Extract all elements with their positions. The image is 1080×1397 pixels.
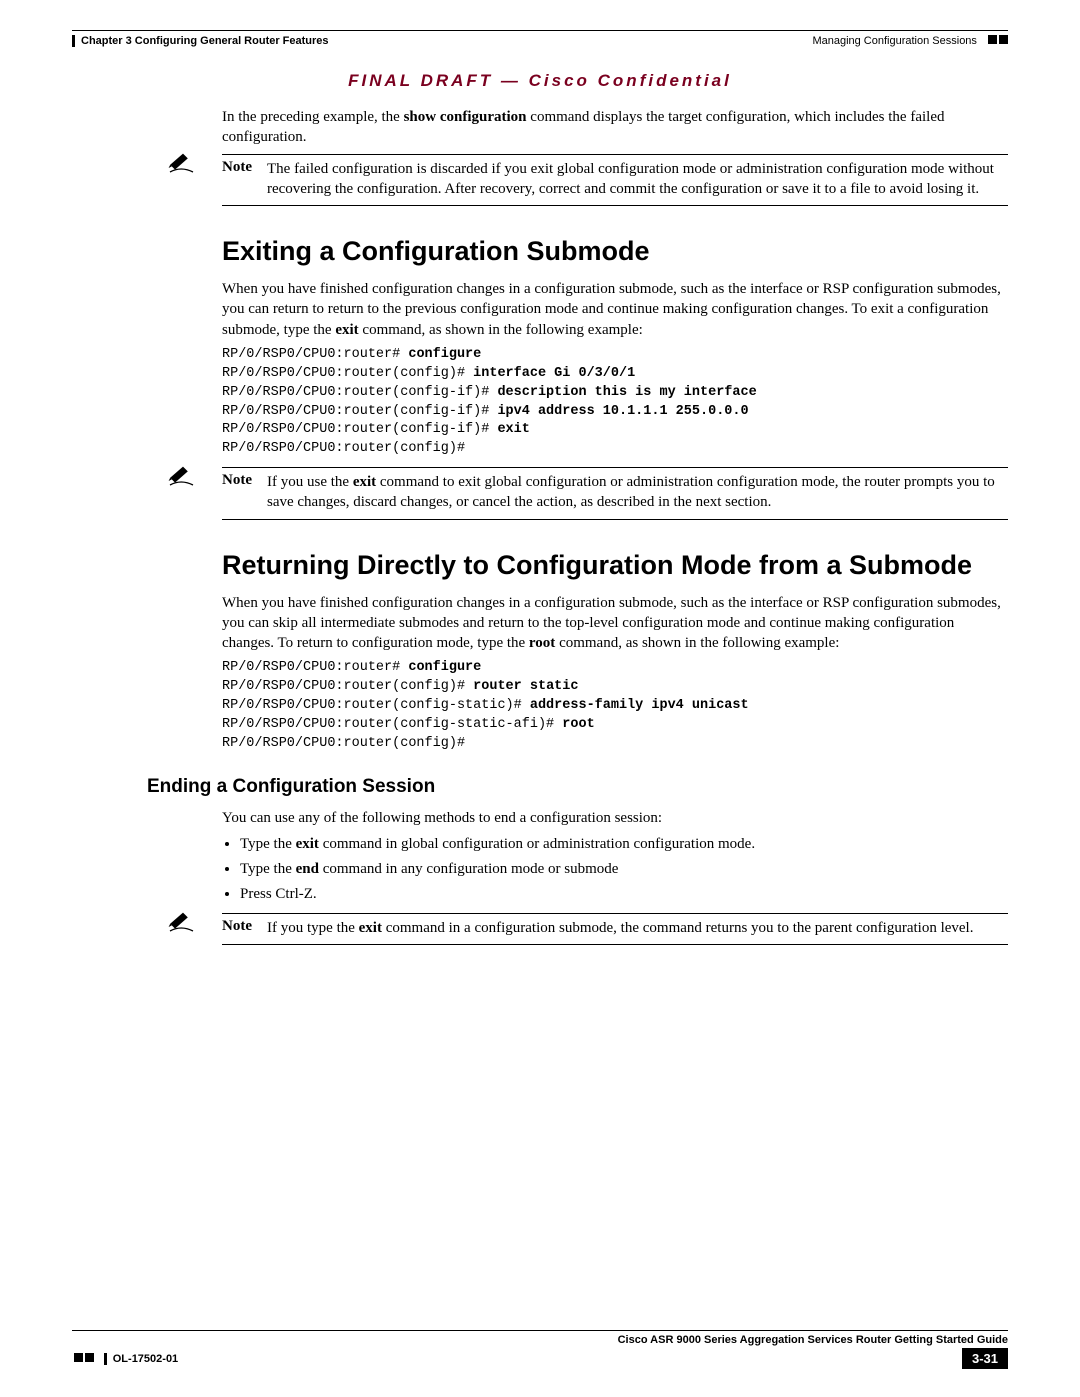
command-text: root — [529, 635, 555, 651]
note-label: Note — [222, 159, 267, 176]
intro-paragraph: In the preceding example, the show confi… — [222, 107, 1008, 148]
content-column: In the preceding example, the show confi… — [222, 107, 1008, 945]
footer-guide-title: Cisco ASR 9000 Series Aggregation Servic… — [72, 1330, 1008, 1346]
header-right-group: Managing Configuration Sessions — [812, 35, 1008, 47]
header-squares-icon — [986, 35, 1008, 47]
note-pencil-icon — [167, 465, 197, 487]
list-item: Type the exit command in global configur… — [240, 834, 1008, 855]
footer-left-group: OL-17502-01 — [72, 1350, 178, 1367]
sub2-paragraph: When you have finished configuration cha… — [222, 593, 1008, 654]
list-item: Type the end command in any configuratio… — [240, 859, 1008, 880]
heading-returning-mode: Returning Directly to Configuration Mode… — [222, 550, 1008, 581]
note-block: Note If you type the exit command in a c… — [222, 913, 1008, 945]
list-item: Press Ctrl-Z. — [240, 884, 1008, 905]
code-block-2: RP/0/RSP0/CPU0:router# configure RP/0/RS… — [222, 659, 1008, 753]
page-header: Chapter 3 Configuring General Router Fea… — [72, 35, 1008, 47]
header-chapter: Chapter 3 Configuring General Router Fea… — [72, 35, 329, 47]
page-footer: Cisco ASR 9000 Series Aggregation Servic… — [72, 1330, 1008, 1369]
footer-doc-id: OL-17502-01 — [104, 1353, 178, 1365]
footer-squares-icon — [72, 1350, 94, 1367]
heading-ending-session: Ending a Configuration Session — [147, 776, 1008, 798]
header-section: Managing Configuration Sessions — [812, 35, 977, 47]
note-pencil-icon — [167, 152, 197, 174]
final-draft-banner: FINAL DRAFT — Cisco Confidential — [72, 71, 1008, 91]
note-label: Note — [222, 918, 267, 935]
note-text: The failed configuration is discarded if… — [267, 159, 1008, 200]
note-text: If you type the exit command in a config… — [267, 918, 1008, 938]
methods-list: Type the exit command in global configur… — [240, 834, 1008, 905]
note-block: Note If you use the exit command to exit… — [222, 467, 1008, 520]
document-page: Chapter 3 Configuring General Router Fea… — [0, 0, 1080, 1397]
sub3-paragraph: You can use any of the following methods… — [222, 808, 1008, 828]
page-number: 3-31 — [962, 1348, 1008, 1369]
code-block-1: RP/0/RSP0/CPU0:router# configure RP/0/RS… — [222, 346, 1008, 459]
note-pencil-icon — [167, 911, 197, 933]
text: command, as shown in the following examp… — [555, 635, 839, 651]
header-rule — [72, 30, 1008, 31]
note-label: Note — [222, 472, 267, 489]
text: command, as shown in the following examp… — [359, 322, 643, 338]
note-block: Note The failed configuration is discard… — [222, 154, 1008, 207]
text: In the preceding example, the — [222, 109, 404, 125]
command-text: show configuration — [404, 109, 527, 125]
heading-exiting-submode: Exiting a Configuration Submode — [222, 236, 1008, 267]
command-text: exit — [335, 322, 358, 338]
note-text: If you use the exit command to exit glob… — [267, 472, 1008, 513]
sub1-paragraph: When you have finished configuration cha… — [222, 279, 1008, 340]
